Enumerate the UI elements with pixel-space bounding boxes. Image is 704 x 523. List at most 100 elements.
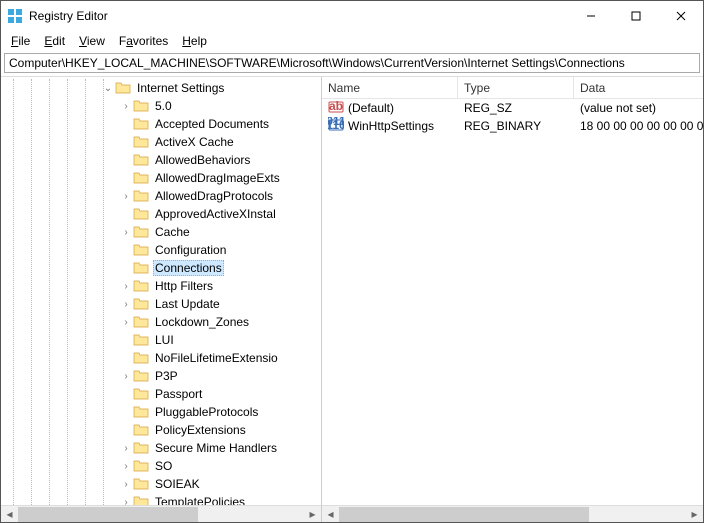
col-header-name[interactable]: Name [322,77,458,98]
folder-icon [133,333,149,347]
tree-label: Http Filters [153,279,215,293]
folder-icon [133,405,149,419]
binary-value-icon: 011110 [328,117,344,136]
chevron-right-icon[interactable]: › [119,497,133,506]
titlebar: Registry Editor [1,1,703,31]
svg-text:ab: ab [329,99,343,113]
chevron-right-icon[interactable]: › [119,101,133,112]
minimize-button[interactable] [568,1,613,31]
tree-panel: ⌄Internet Settings›5.0·Accepted Document… [1,77,322,522]
folder-icon [115,81,131,95]
tree-twisty-none: · [119,407,133,418]
folder-icon [133,189,149,203]
menu-favorites[interactable]: Favorites [113,32,174,50]
folder-icon [133,207,149,221]
tree-label: AllowedBehaviors [153,153,252,167]
tree[interactable]: ⌄Internet Settings›5.0·Accepted Document… [1,77,321,505]
folder-icon [133,297,149,311]
menu-edit[interactable]: Edit [38,32,71,50]
tree-label: Passport [153,387,204,401]
tree-twisty-none: · [119,155,133,166]
col-header-data[interactable]: Data [574,81,703,95]
col-header-type[interactable]: Type [458,77,574,98]
folder-icon [133,261,149,275]
folder-icon [133,351,149,365]
tree-label: ApprovedActiveXInstal [153,207,278,221]
folder-icon [133,135,149,149]
chevron-right-icon[interactable]: › [119,479,133,490]
tree-label: PluggableProtocols [153,405,260,419]
tree-twisty-none: · [119,389,133,400]
values-list[interactable]: ab(Default)REG_SZ(value not set)011110Wi… [322,99,703,505]
tree-label: NoFileLifetimeExtensio [153,351,280,365]
scroll-left-icon[interactable]: ◂ [322,506,339,523]
chevron-right-icon[interactable]: › [119,227,133,238]
chevron-right-icon[interactable]: › [119,443,133,454]
tree-label: 5.0 [153,99,174,113]
tree-label: Internet Settings [135,81,226,95]
window: Registry Editor File Edit View Favorites… [0,0,704,523]
tree-twisty-none: · [119,263,133,274]
tree-label: Configuration [153,243,228,257]
value-name: (Default) [348,101,394,115]
chevron-right-icon[interactable]: › [119,281,133,292]
folder-icon [133,423,149,437]
value-type: REG_BINARY [458,119,574,133]
menu-view[interactable]: View [73,32,111,50]
close-button[interactable] [658,1,703,31]
scroll-right-icon[interactable]: ▸ [304,506,321,523]
tree-hscrollbar[interactable]: ◂ ▸ [1,505,321,522]
folder-icon [133,153,149,167]
tree-label: Last Update [153,297,222,311]
folder-icon [133,225,149,239]
tree-label: AllowedDragImageExts [153,171,282,185]
tree-label: Cache [153,225,192,239]
tree-label: Secure Mime Handlers [153,441,279,455]
folder-icon [133,477,149,491]
value-type: REG_SZ [458,101,574,115]
folder-icon [133,171,149,185]
window-title: Registry Editor [29,9,568,23]
list-header: Name Type Data [322,77,703,99]
tree-twisty-none: · [119,245,133,256]
chevron-right-icon[interactable]: › [119,317,133,328]
tree-label: PolicyExtensions [153,423,248,437]
tree-twisty-none: · [119,335,133,346]
svg-text:110: 110 [328,118,344,132]
string-value-icon: ab [328,99,344,118]
list-row[interactable]: ab(Default)REG_SZ(value not set) [322,99,703,117]
menu-file[interactable]: File [5,32,36,50]
tree-label: LUI [153,333,176,347]
tree-twisty-none: · [119,137,133,148]
folder-icon [133,459,149,473]
scroll-right-icon[interactable]: ▸ [686,506,703,523]
tree-twisty-none: · [119,173,133,184]
folder-icon [133,495,149,505]
tree-label: P3P [153,369,180,383]
chevron-right-icon[interactable]: › [119,299,133,310]
list-row[interactable]: 011110 WinHttpSettings REG_BINARY18 00 00 … [322,117,703,135]
tree-label: Connections [153,260,224,276]
chevron-right-icon[interactable]: › [119,461,133,472]
folder-icon [133,441,149,455]
value-data: 18 00 00 00 00 00 00 00 01 00 0 [574,119,703,133]
chevron-right-icon[interactable]: › [119,371,133,382]
tree-twisty-none: · [119,353,133,364]
menu-help[interactable]: Help [176,32,213,50]
folder-icon [133,117,149,131]
values-panel: Name Type Data ab(Default)REG_SZ(value n… [322,77,703,522]
app-icon [7,8,23,24]
scroll-left-icon[interactable]: ◂ [1,506,18,523]
chevron-right-icon[interactable]: › [119,191,133,202]
tree-label: AllowedDragProtocols [153,189,275,203]
folder-icon [133,243,149,257]
folder-icon [133,369,149,383]
value-name: WinHttpSettings [348,119,434,133]
maximize-button[interactable] [613,1,658,31]
tree-label: Lockdown_Zones [153,315,251,329]
tree-label: SO [153,459,174,473]
tree-label: SOIEAK [153,477,202,491]
tree-twisty-none: · [119,425,133,436]
list-hscrollbar[interactable]: ◂ ▸ [322,505,703,522]
address-bar[interactable]: Computer\HKEY_LOCAL_MACHINE\SOFTWARE\Mic… [4,53,700,73]
